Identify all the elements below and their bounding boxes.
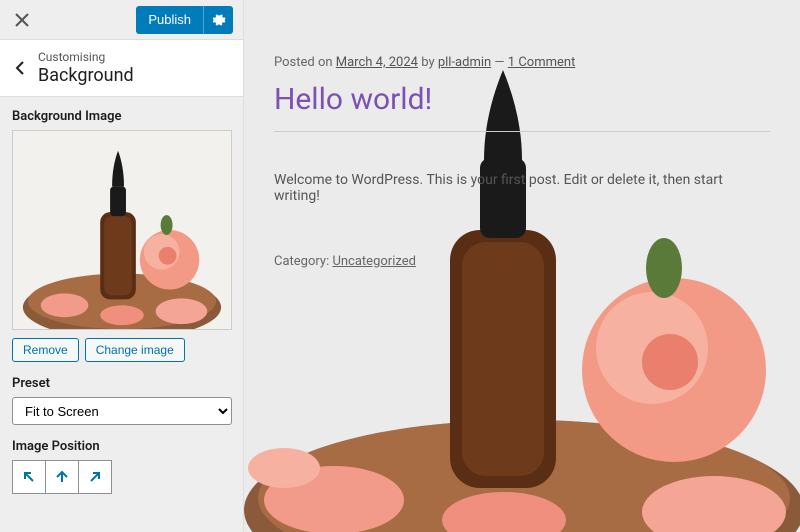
panel-body: Background Image Remove Change im <box>0 97 243 532</box>
publish-button[interactable]: Publish <box>136 6 203 34</box>
change-image-button[interactable]: Change image <box>85 338 185 362</box>
cat-prefix: Category: <box>274 254 332 269</box>
bg-thumbnail-image <box>13 131 231 329</box>
position-top-right[interactable] <box>78 460 112 494</box>
post-title[interactable]: Hello world! <box>274 82 770 117</box>
post-category: Category: Uncategorized <box>274 254 770 269</box>
post-meta: Posted on March 4, 2024 by pll-admin — 1… <box>274 55 770 70</box>
arrow-up-left-icon <box>21 469 37 485</box>
site-preview: Posted on March 4, 2024 by pll-admin — 1… <box>244 0 800 532</box>
preset-select[interactable]: Fit to Screen <box>12 397 232 425</box>
post-comments-link[interactable]: 1 Comment <box>508 55 576 70</box>
preset-label: Preset <box>12 376 231 391</box>
post-content: Posted on March 4, 2024 by pll-admin — 1… <box>244 0 800 269</box>
post-category-link[interactable]: Uncategorized <box>332 254 415 269</box>
close-button[interactable] <box>0 0 44 40</box>
publish-settings-button[interactable] <box>203 6 233 34</box>
gear-icon <box>212 13 226 27</box>
post-author-link[interactable]: pll-admin <box>438 55 491 70</box>
post-date-link[interactable]: March 4, 2024 <box>336 55 418 70</box>
position-top-center[interactable] <box>45 460 79 494</box>
by-word: by <box>418 55 438 70</box>
image-button-row: Remove Change image <box>12 338 231 362</box>
section-titles: Customising Background <box>38 50 134 86</box>
arrow-up-icon <box>54 469 70 485</box>
post-body-text: Welcome to WordPress. This is your first… <box>274 172 770 204</box>
back-button[interactable] <box>4 60 38 76</box>
meta-dash: — <box>491 55 508 70</box>
bg-image-label: Background Image <box>12 109 231 124</box>
section-title: Background <box>38 65 134 86</box>
position-label: Image Position <box>12 439 231 454</box>
image-position-grid <box>12 460 231 494</box>
top-bar: Publish <box>0 0 243 40</box>
section-breadcrumb: Customising <box>38 50 134 64</box>
customizer-sidebar: Publish Customising Background Backgroun… <box>0 0 244 532</box>
remove-image-button[interactable]: Remove <box>12 338 79 362</box>
chevron-left-icon <box>13 60 29 76</box>
position-top-left[interactable] <box>12 460 46 494</box>
arrow-up-right-icon <box>87 469 103 485</box>
close-icon <box>15 13 29 27</box>
bg-image-preview[interactable] <box>12 130 232 330</box>
publish-group: Publish <box>136 6 233 34</box>
meta-prefix: Posted on <box>274 55 336 70</box>
post-divider <box>274 131 770 132</box>
section-header: Customising Background <box>0 40 243 97</box>
